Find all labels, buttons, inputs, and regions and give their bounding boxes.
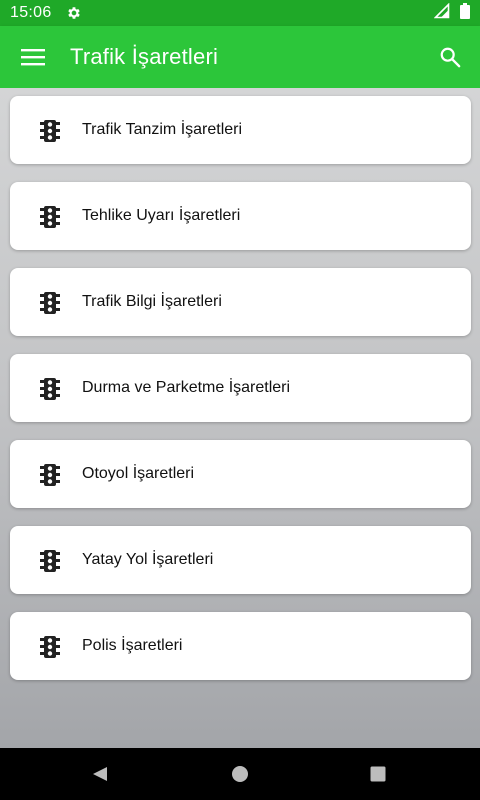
traffic-light-icon (40, 378, 60, 400)
signal-icon (433, 2, 450, 24)
category-card-tehlike-uyari[interactable]: Tehlike Uyarı İşaretleri (10, 182, 471, 250)
category-label: Polis İşaretleri (82, 637, 183, 654)
content-area: Trafik Tanzim İşaretleri Tehlike Uyarı İ… (0, 88, 480, 748)
status-bar: 15:06 (0, 0, 480, 26)
traffic-light-icon (40, 206, 60, 228)
category-label: Trafik Tanzim İşaretleri (82, 121, 243, 138)
category-label: Durma ve Parketme İşaretleri (82, 379, 291, 396)
app-bar: Trafik İşaretleri (0, 26, 480, 88)
home-icon[interactable] (228, 762, 252, 786)
category-card-yatay-yol[interactable]: Yatay Yol İşaretleri (10, 526, 471, 594)
settings-gear-icon (66, 5, 82, 21)
status-icons (433, 2, 470, 24)
category-card-trafik-bilgi[interactable]: Trafik Bilgi İşaretleri (10, 268, 471, 336)
back-icon[interactable] (88, 762, 112, 786)
category-card-durma-parketme[interactable]: Durma ve Parketme İşaretleri (10, 354, 471, 422)
category-list: Trafik Tanzim İşaretleri Tehlike Uyarı İ… (0, 88, 480, 680)
category-label: Otoyol İşaretleri (82, 465, 195, 482)
category-label: Trafik Bilgi İşaretleri (82, 293, 222, 310)
category-card-polis[interactable]: Polis İşaretleri (10, 612, 471, 680)
search-icon[interactable] (430, 37, 470, 77)
category-card-trafik-tanzim[interactable]: Trafik Tanzim İşaretleri (10, 96, 471, 164)
battery-icon (460, 2, 470, 24)
navigation-bar (0, 748, 480, 800)
page-title: Trafik İşaretleri (70, 44, 219, 69)
traffic-light-icon (40, 120, 60, 142)
category-card-otoyol[interactable]: Otoyol İşaretleri (10, 440, 471, 508)
traffic-light-icon (40, 550, 60, 572)
traffic-light-icon (40, 464, 60, 486)
hamburger-menu-icon[interactable] (18, 42, 48, 72)
category-label: Yatay Yol İşaretleri (82, 551, 214, 568)
traffic-light-icon (40, 292, 60, 314)
category-label: Tehlike Uyarı İşaretleri (82, 207, 241, 224)
status-time: 15:06 (10, 4, 52, 21)
recents-icon[interactable] (366, 762, 390, 786)
traffic-light-icon (40, 636, 60, 658)
